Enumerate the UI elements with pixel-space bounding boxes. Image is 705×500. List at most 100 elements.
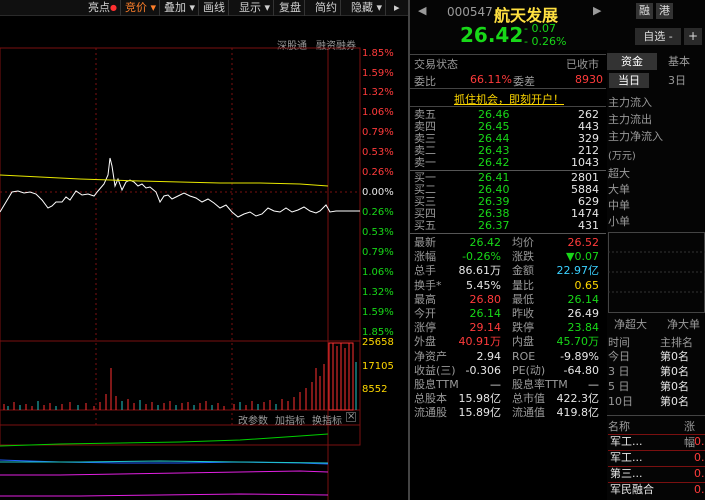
tab-today[interactable]: 当日 <box>609 73 649 88</box>
panel-divider[interactable] <box>408 0 410 500</box>
toolbar-highlights[interactable]: 亮点● <box>85 0 121 16</box>
toolbar-draw[interactable]: 画线 <box>200 0 229 16</box>
main-outflow-label: 主力流出 <box>608 113 652 126</box>
tab-add-indicator[interactable]: 加指标 <box>275 412 305 427</box>
sector-row[interactable]: 军民融合 0.9 <box>608 482 705 496</box>
close-icon[interactable]: × <box>346 412 356 422</box>
quote-value: -0.26% <box>462 250 501 264</box>
quote-label: 股息TTM <box>414 378 459 391</box>
quote-label: 金额 <box>512 264 534 278</box>
toolbar-replay[interactable]: 复盘 <box>276 0 305 16</box>
tab-3day[interactable]: 3日 <box>668 73 686 88</box>
rank-period: 10日 <box>608 395 633 408</box>
quote-label: 流通股 <box>414 406 447 420</box>
quote-value: — <box>588 378 599 391</box>
level-price: 26.42 <box>478 156 510 169</box>
sector-row[interactable]: 军工... 0.9 <box>608 434 705 448</box>
rank-period: 5 日 <box>608 380 630 393</box>
tab-basic[interactable]: 基本 <box>668 53 690 70</box>
open-account-promo-link[interactable]: 抓住机会，即刻开户！ <box>454 91 564 107</box>
rank-row: 5 日 第0名 <box>608 380 705 394</box>
quote-row: 涨停 29.14 跌停 23.84 <box>413 321 603 334</box>
sector-name: 军工... <box>610 435 643 448</box>
quote-value: 26.52 <box>567 236 600 249</box>
quote-value: 26.80 <box>469 292 502 306</box>
sector-row[interactable]: 军工... 0.9 <box>608 450 705 464</box>
sector-header-name: 名称 <box>608 420 630 433</box>
quote-label: 换手* <box>414 278 442 292</box>
quote-label: 均价 <box>512 236 534 249</box>
next-stock-icon[interactable]: ▶ <box>593 4 601 17</box>
quote-value: 2.94 <box>476 349 502 363</box>
prev-stock-icon[interactable]: ◀ <box>418 4 426 17</box>
rank-value: 第0名 <box>660 350 689 363</box>
rank-value: 第0名 <box>660 380 689 393</box>
rank-value: 第0名 <box>660 365 689 378</box>
toolbar-auction[interactable]: 竞价 ▾ <box>122 0 161 16</box>
tab-change-params[interactable]: 改参数 <box>238 412 268 427</box>
pct-label: 1.59% <box>362 68 394 79</box>
quote-row: 总手 86.61万 金额 22.97亿 <box>413 264 603 277</box>
toolbar-overlay[interactable]: 叠加 ▾ <box>161 0 200 16</box>
intraday-chart[interactable] <box>0 16 410 500</box>
level-volume: 431 <box>578 219 599 232</box>
indicator-line-magenta2 <box>0 493 329 497</box>
sector-row[interactable]: 第三... 0.9 <box>608 466 705 480</box>
ask-row[interactable]: 卖一 26.42 1043 <box>413 156 603 169</box>
last-price: 26.42 <box>460 23 524 47</box>
tab-funds[interactable]: 资金 <box>607 53 657 70</box>
large-label: 大单 <box>608 183 630 196</box>
fund-flow-chart <box>608 232 705 313</box>
quote-row: 收益(三) -0.306 PE(动) -64.80 <box>413 364 603 377</box>
quote-label: 总股本 <box>414 392 447 406</box>
rank-header-time: 时间 <box>608 336 630 349</box>
toolbar-hide[interactable]: 隐藏 ▾ <box>348 0 387 16</box>
sector-change: 0.9 <box>694 467 705 480</box>
sector-change: 0.9 <box>694 483 705 496</box>
quote-value: 86.61万 <box>458 264 502 278</box>
quote-value: 45.70万 <box>556 335 600 349</box>
rank-value: 第0名 <box>660 395 689 408</box>
pct-label: 1.32% <box>362 287 394 298</box>
vol-label: 17105 <box>362 361 394 372</box>
weibi-value: 66.11% <box>470 73 512 86</box>
quote-row: 换手* 5.45% 量比 0.65 <box>413 279 603 292</box>
quote-value: 29.14 <box>469 321 502 335</box>
quote-value: -64.80 <box>563 363 599 377</box>
pct-label: 0.53% <box>362 147 394 158</box>
quote-value: 23.84 <box>567 321 600 335</box>
level-price: 26.37 <box>478 219 510 232</box>
average-price-line <box>0 174 329 187</box>
pct-label: 1.06% <box>362 267 394 278</box>
tab-switch-indicator[interactable]: 换指标 <box>312 412 342 427</box>
weicha-label: 委差 <box>513 75 535 88</box>
toolbar-display[interactable]: 显示 ▾ <box>236 0 275 16</box>
pct-label-zero: 0.00% <box>362 187 394 198</box>
pct-label: 1.59% <box>362 307 394 318</box>
pct-label: 0.26% <box>362 207 394 218</box>
rank-row: 10日 第0名 <box>608 395 705 409</box>
hk-badge[interactable]: 港 <box>656 3 673 19</box>
watchlist-button[interactable]: 自选 - <box>635 28 681 45</box>
pct-label: 1.32% <box>362 87 394 98</box>
main-inflow-label: 主力流入 <box>608 96 652 109</box>
level-volume: 1043 <box>571 156 599 169</box>
toolbar-expand-icon[interactable]: ▸ <box>391 0 403 16</box>
add-button[interactable]: + <box>684 28 702 45</box>
quote-label: 最高 <box>414 292 436 306</box>
pct-label: 0.79% <box>362 127 394 138</box>
quote-label: 总手 <box>414 264 436 278</box>
quote-value: 422.3亿 <box>556 392 600 406</box>
level-label: 买五 <box>414 219 436 232</box>
quote-row: 外盘 40.91万 内盘 45.70万 <box>413 335 603 348</box>
quote-row: 今开 26.14 昨收 26.49 <box>413 307 603 320</box>
quote-value: 419.8亿 <box>556 406 600 420</box>
quote-value: 26.42 <box>469 236 502 249</box>
quote-row: 最高 26.80 最低 26.14 <box>413 293 603 306</box>
sector-name: 军工... <box>610 451 643 464</box>
toolbar-simple[interactable]: 简约 <box>312 0 341 16</box>
quote-label: 涨停 <box>414 321 436 335</box>
margin-badge[interactable]: 融 <box>636 3 653 19</box>
quote-label: 跌停 <box>512 321 534 335</box>
bid-row[interactable]: 买五 26.37 431 <box>413 219 603 232</box>
